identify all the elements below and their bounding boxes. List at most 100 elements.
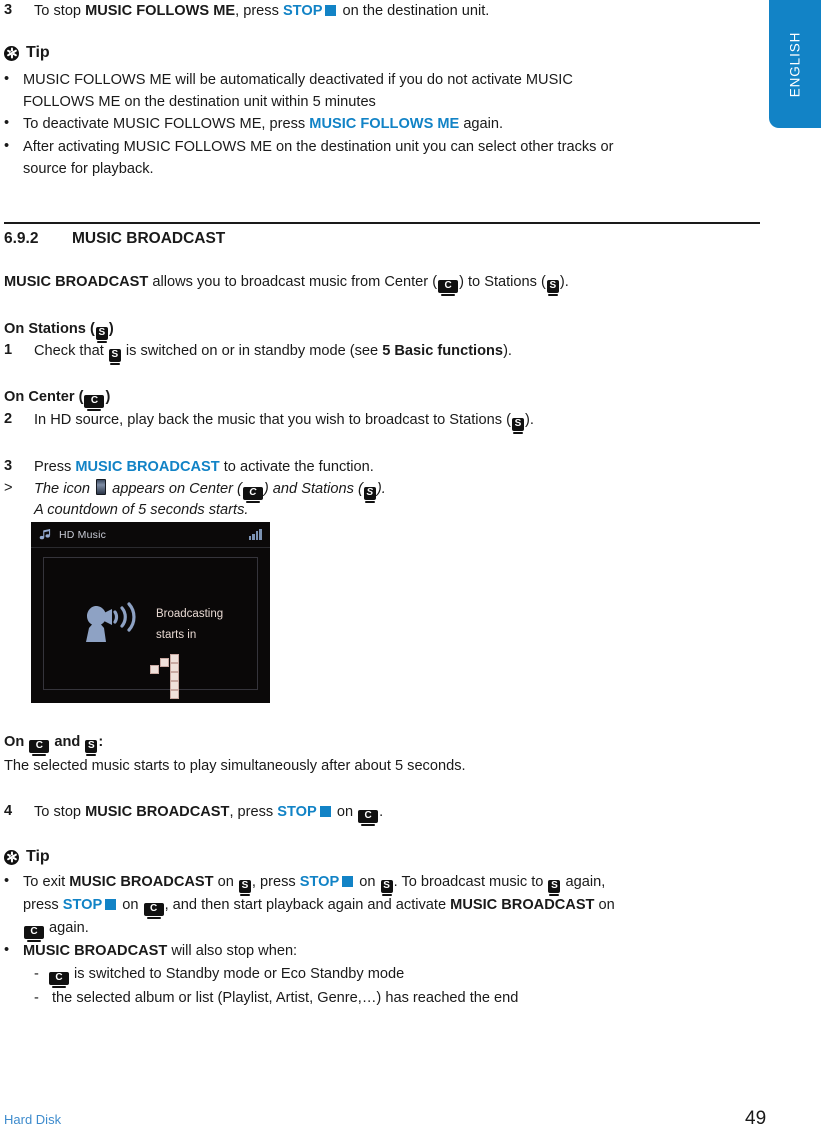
footer-left-label: Hard Disk [4,1112,62,1127]
result-line-2: A countdown of 5 seconds starts. [34,502,249,518]
device-source-title: HD Music [59,528,107,541]
intro-paragraph: MUSIC BROADCAST allows you to broadcast … [4,273,569,296]
step-4-number: 4 [4,803,13,819]
tip-icon [4,849,19,865]
station-icon: S [95,326,108,343]
music-note-icon [39,528,52,541]
center-icon: C [49,971,69,988]
tip2-bullet2: MUSIC BROADCAST will also stop when: [23,943,298,959]
center-icon: C [438,279,459,296]
tip1-bullet3-line1: After activating MUSIC FOLLOWS ME on the… [23,139,614,155]
station-icon: S [548,879,561,896]
tip2-sub1-dash: - [34,966,39,982]
tip-icon [4,45,19,61]
center-icon: C [29,739,50,756]
result-marker: > [4,480,13,496]
tip2-sub2: the selected album or list (Playlist, Ar… [52,990,519,1006]
center-icon: C [84,394,105,411]
tip1-bullet3-line2: source for playback. [23,161,154,177]
step-3-text: To stop MUSIC FOLLOWS ME, press STOP on … [34,2,489,21]
station-icon: S [546,279,559,296]
device-message-line1: Broadcasting [156,608,224,620]
intro-part1: allows you to broadcast music from Cente… [148,274,438,290]
tip1-bullet2-post: again. [459,116,504,132]
intro-part3: ). [559,274,569,290]
on-center-heading: On Center (C) [4,388,110,411]
countdown-digit [150,654,192,702]
tip-heading-2: Tip [4,848,50,866]
step-4-bold: MUSIC BROADCAST [85,804,230,820]
center-icon: C [24,925,44,942]
step-3-pre: To stop [34,3,86,19]
stop-label: STOP [299,874,340,890]
center-icon: C [143,902,164,919]
bullet-marker: • [4,115,10,131]
broadcast-tower-icon [96,479,107,495]
device-screenshot: HD Music Broadcasting starts in [31,522,270,703]
bullet-marker: • [4,873,10,889]
step-4-text: To stop MUSIC BROADCAST, press STOP on C… [34,803,383,826]
bullet-marker: • [4,942,10,958]
stop-label: STOP [62,897,103,913]
tip1-bullet1-line2: FOLLOWS ME on the destination unit withi… [23,94,376,110]
stop-square-icon [105,899,117,910]
step-1-number: 1 [4,342,13,358]
stop-square-icon [319,806,331,817]
signal-strength-icon [248,529,262,540]
music-follows-me-label: MUSIC FOLLOWS ME [309,116,460,132]
music-broadcast-label: MUSIC BROADCAST [75,459,220,475]
broadcast-speaker-icon [82,600,150,648]
tip2-sub2-dash: - [34,990,39,1006]
page-number: 49 [745,1108,767,1129]
stop-square-icon [325,5,337,16]
tip2-bullet1-line3: C again. [23,919,89,942]
result-line-1: The icon appears on Center (C) and Stati… [34,479,386,503]
station-icon: S [238,879,251,896]
bullet-marker: • [4,138,10,154]
tip-label: Tip [26,44,50,61]
step-3b-number: 3 [4,458,13,474]
center-icon: C [358,809,379,826]
step-3-number: 3 [4,2,13,18]
tip-label: Tip [26,848,50,865]
intro-part2: ) to Stations ( [459,274,546,290]
device-panel: Broadcasting starts in [43,557,258,699]
tip2-sub1: C is switched to Standby mode or Eco Sta… [48,965,404,988]
tip2-bullet1-line1: To exit MUSIC BROADCAST on S, press STOP… [23,873,605,896]
tip2-bullet1-line2: press STOP on C, and then start playback… [23,896,615,919]
station-icon: S [511,417,524,434]
step-2-number: 2 [4,411,13,427]
on-both-heading: On C and S: [4,733,103,756]
tip1-bullet2: To deactivate MUSIC FOLLOWS ME, press MU… [23,115,503,134]
step-1-text: Check that S is switched on or in standb… [34,342,512,365]
station-icon: S [380,879,393,896]
section-number: 6.9.2 [4,230,39,247]
section-title: MUSIC BROADCAST [72,230,226,247]
music-broadcast-bold: MUSIC BROADCAST [69,874,214,890]
basic-functions-ref: 5 Basic functions [382,343,504,359]
step-2-text: In HD source, play back the music that y… [34,411,534,434]
stop-label: STOP [277,804,317,820]
language-tab: ENGLISH [769,0,821,128]
stop-label: STOP [282,3,323,19]
device-message-line2: starts in [156,629,197,641]
step-3-post: on the destination unit. [338,3,490,19]
step-3-mid: , press [235,3,283,19]
stop-square-icon [342,876,354,887]
step-3-bold: MUSIC FOLLOWS ME [85,3,236,19]
language-tab-label: ENGLISH [787,31,803,97]
on-stations-heading: On Stations (S) [4,320,114,343]
tip-heading-1: Tip [4,44,50,62]
music-broadcast-bold: MUSIC BROADCAST [450,897,595,913]
tip1-bullet1-line1: MUSIC FOLLOWS ME will be automatically d… [23,72,573,88]
station-icon: S [363,486,376,503]
intro-bold: MUSIC BROADCAST [4,274,149,290]
tip1-bullet2-pre: To deactivate MUSIC FOLLOWS ME, press [23,116,310,132]
station-icon: S [85,739,98,756]
step-3b-text: Press MUSIC BROADCAST to activate the fu… [34,459,374,475]
bullet-marker: • [4,71,10,87]
device-top-bar: HD Music [31,522,270,548]
section-divider [4,222,760,224]
on-both-body: The selected music starts to play simult… [4,758,466,774]
device-message: Broadcasting starts in [156,604,223,646]
